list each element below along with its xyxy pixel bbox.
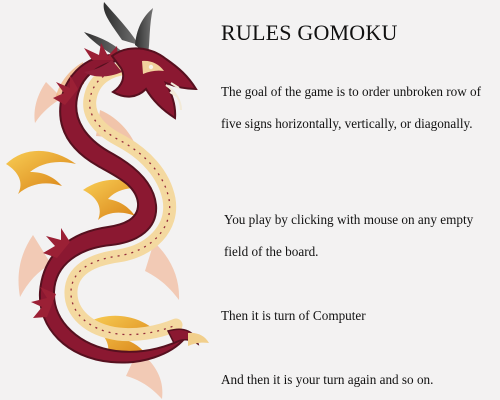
rules-paragraph-computer-turn: Then it is turn of Computer — [221, 308, 366, 323]
dragon-icon — [6, 2, 209, 399]
dragon-illustration — [0, 0, 215, 400]
rules-panel: RULES GOMOKU The goal of the game is to … — [221, 0, 496, 400]
rules-title: RULES GOMOKU — [221, 20, 398, 45]
rules-paragraph-play: You play by clicking with mouse on any e… — [224, 212, 474, 259]
gomoku-rules-screen: RULES GOMOKU The goal of the game is to … — [0, 0, 500, 400]
rules-paragraph-repeat: And then it is your turn again and so on… — [221, 372, 434, 387]
rules-paragraph-goal: The goal of the game is to order unbroke… — [221, 84, 482, 131]
